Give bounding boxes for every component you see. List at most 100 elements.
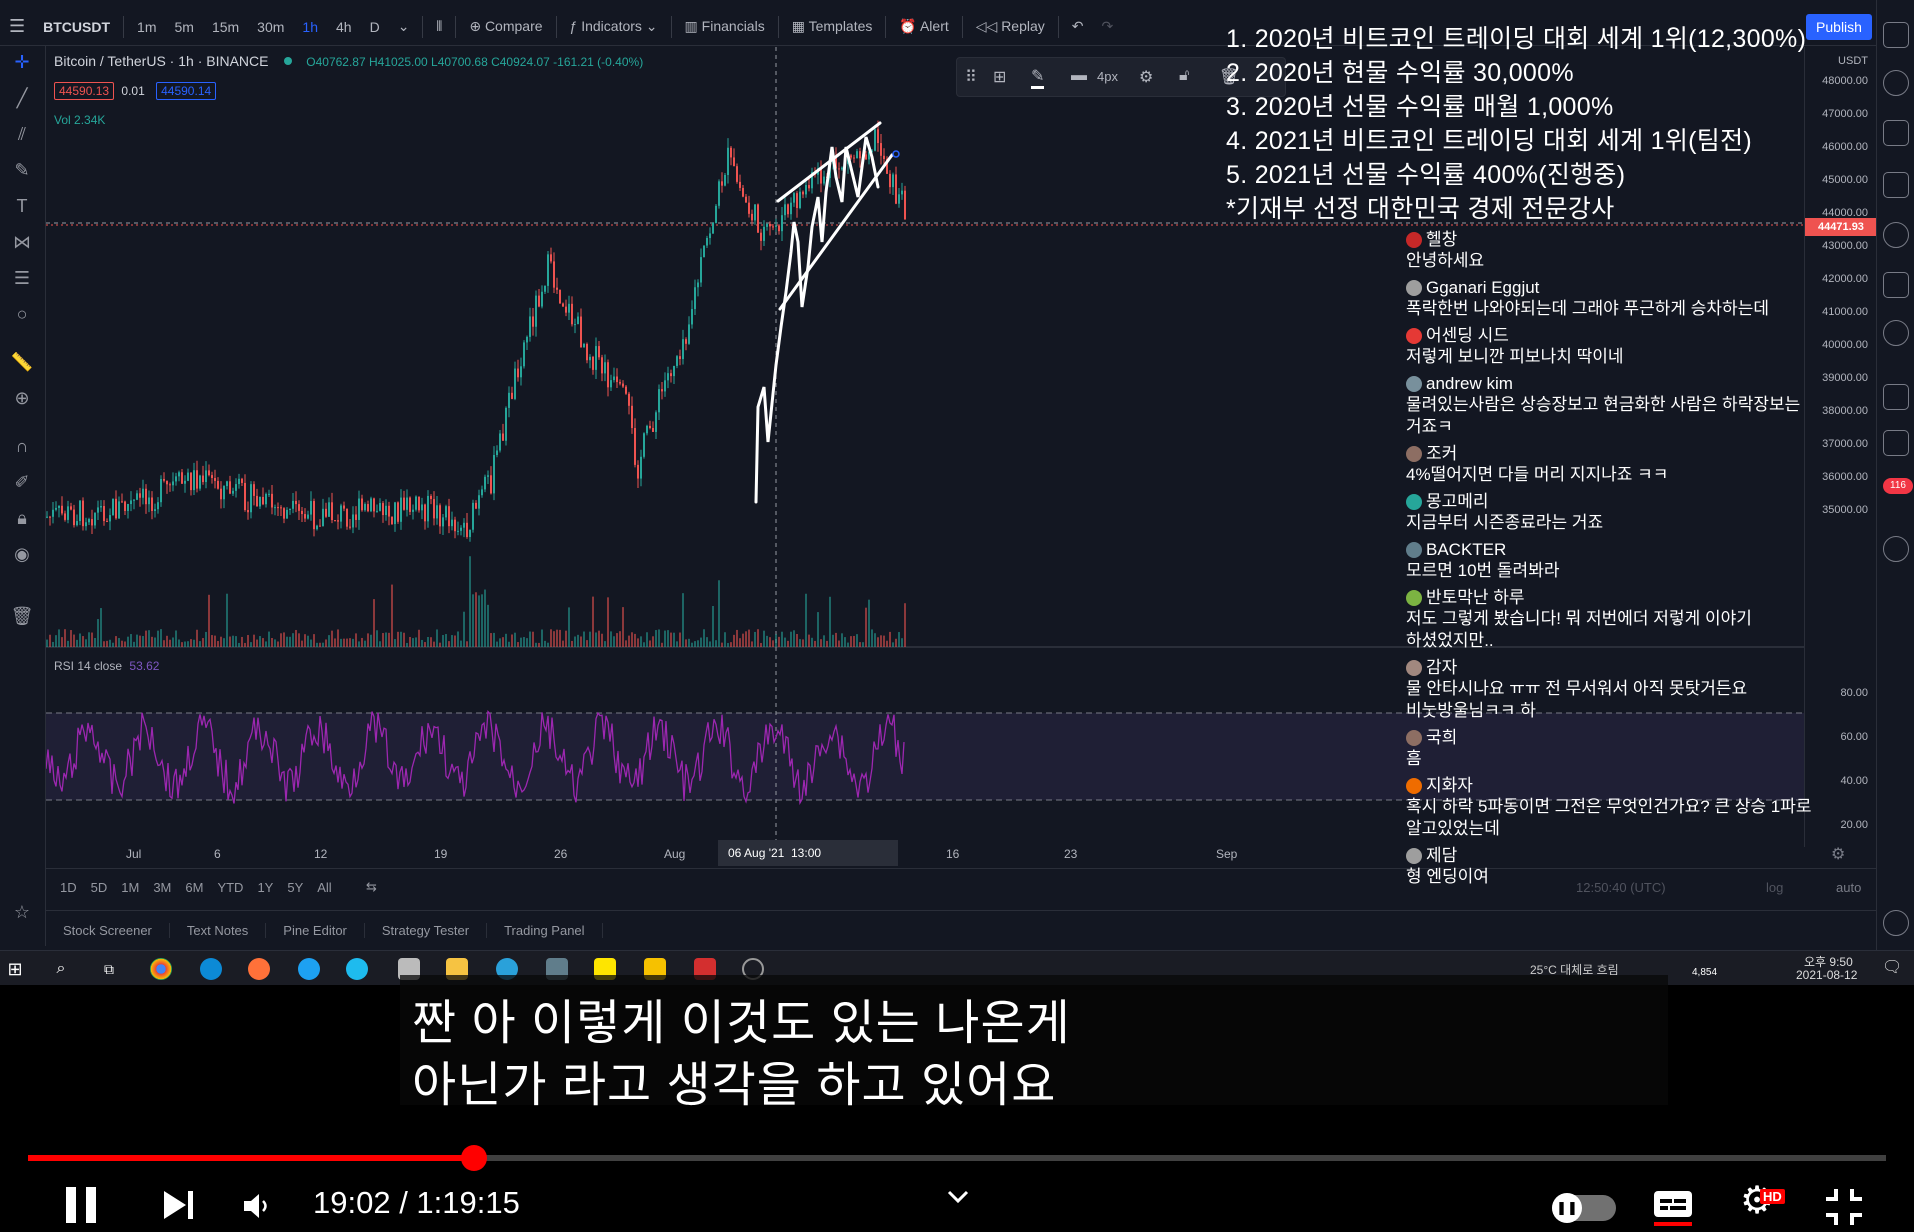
menu-icon[interactable]: ☰ xyxy=(0,16,34,37)
compare-button[interactable]: ⊕ Compare xyxy=(460,18,551,35)
stay-in-drawing-icon[interactable]: ✐ xyxy=(8,468,36,496)
streams-icon[interactable] xyxy=(1883,384,1909,410)
range-button-ytd[interactable]: YTD xyxy=(217,880,243,895)
range-button-5y[interactable]: 5Y xyxy=(287,880,303,895)
chevron-down-icon[interactable]: ⌄ xyxy=(389,18,419,35)
bottom-tab[interactable]: Stock Screener xyxy=(46,923,170,938)
symbol-search[interactable]: BTCUSDT xyxy=(34,19,119,35)
windows-start-icon[interactable]: ⊞ xyxy=(4,958,26,980)
symbol-description[interactable]: Bitcoin / TetherUS · 1h · BINANCE xyxy=(54,53,268,69)
interval-D[interactable]: D xyxy=(361,19,389,35)
candle-body xyxy=(298,504,300,511)
range-button-1m[interactable]: 1M xyxy=(121,880,139,895)
interval-4h[interactable]: 4h xyxy=(327,19,361,35)
calendar-icon[interactable] xyxy=(1883,222,1909,248)
ideas-icon[interactable] xyxy=(1883,320,1909,346)
trash-icon[interactable]: 🗑︎ xyxy=(8,602,36,630)
chat-text: 물 안타시나요 ㅠㅠ 전 무서워서 아직 못탓거든요 비눗방울님ㅋㅋ 하 xyxy=(1406,679,1748,720)
financials-button[interactable]: ▥ Financials xyxy=(676,18,774,35)
chrome-icon[interactable] xyxy=(150,958,172,980)
firefox-icon[interactable] xyxy=(248,958,270,980)
help-icon[interactable] xyxy=(1883,910,1909,936)
undo-icon[interactable]: ↶ xyxy=(1063,18,1093,35)
candle-style-icon[interactable]: ⫴ xyxy=(427,18,451,35)
buy-price-button[interactable]: 44590.14 xyxy=(156,82,217,100)
redo-icon[interactable]: ↷ xyxy=(1093,18,1123,35)
interval-5m[interactable]: 5m xyxy=(165,19,202,35)
alert-button[interactable]: ⏰ Alert xyxy=(890,18,957,35)
progress-bar[interactable] xyxy=(28,1145,1886,1171)
news-icon[interactable] xyxy=(1883,272,1909,298)
range-button-5d[interactable]: 5D xyxy=(91,880,108,895)
chats-icon[interactable] xyxy=(1883,430,1909,456)
exit-fullscreen-icon[interactable] xyxy=(1824,1187,1864,1227)
twitter-icon[interactable] xyxy=(298,958,320,980)
pitchfork-icon[interactable]: ⫽ xyxy=(8,120,36,148)
templates-button[interactable]: ▦ Templates xyxy=(783,18,882,35)
interval-1h[interactable]: 1h xyxy=(293,19,327,35)
line-width-icon[interactable]: ▬ xyxy=(1071,67,1087,85)
chat-author: 반토막난 하루 xyxy=(1406,588,1826,608)
search-icon[interactable]: ⌕ xyxy=(50,958,72,980)
data-window-icon[interactable] xyxy=(1883,120,1909,146)
task-view-icon[interactable]: ⧉ xyxy=(98,958,120,980)
watchlist-icon[interactable] xyxy=(1883,22,1909,48)
drag-handle-icon[interactable]: ⠿ xyxy=(965,67,977,87)
volume-bar xyxy=(631,632,633,647)
trendline-icon[interactable]: ╱ xyxy=(8,84,36,112)
eye-icon[interactable]: ◉ xyxy=(8,540,36,568)
templates-icon[interactable]: ⊞ xyxy=(993,67,1006,87)
video-player[interactable]: ☰ BTCUSDT 1m 5m 15m 30m 1h 4h D ⌄ ⫴ ⊕ Compare … xyxy=(0,0,1914,1232)
range-button-3m[interactable]: 3M xyxy=(153,880,171,895)
sell-price-button[interactable]: 44590.13 xyxy=(54,82,115,100)
replay-button[interactable]: ◁◁ Replay xyxy=(967,18,1054,35)
candle-body xyxy=(52,509,54,517)
lock-icon[interactable]: 🔒︎ xyxy=(8,504,36,532)
magnet-icon[interactable]: ∩ xyxy=(8,432,36,460)
interval-30m[interactable]: 30m xyxy=(248,19,293,35)
hotlist-icon[interactable] xyxy=(1883,172,1909,198)
indicators-button[interactable]: ƒ Indicators ⌄ xyxy=(561,18,667,35)
pen-color-icon[interactable]: ✎ xyxy=(1031,66,1045,89)
range-button-all[interactable]: All xyxy=(317,880,331,895)
zoom-in-icon[interactable]: ⊕ xyxy=(8,384,36,412)
pattern-icon[interactable]: ⋈ xyxy=(8,228,36,256)
bottom-tab[interactable]: Text Notes xyxy=(170,923,267,938)
autoplay-toggle[interactable]: ❚❚ xyxy=(1552,1193,1616,1223)
volume-bar xyxy=(445,634,447,647)
pause-icon[interactable] xyxy=(64,1185,100,1225)
ruler-icon[interactable]: 📏 xyxy=(8,348,36,376)
lock-drawing-icon[interactable]: 🔓︎ xyxy=(1179,67,1189,85)
next-icon[interactable] xyxy=(162,1189,196,1221)
alerts-icon[interactable] xyxy=(1883,70,1909,96)
line-width-value[interactable]: 4px xyxy=(1097,69,1118,84)
text-tool-icon[interactable]: T xyxy=(8,192,36,220)
prediction-icon[interactable]: ☰ xyxy=(8,264,36,292)
brush-icon[interactable]: ✎ xyxy=(8,156,36,184)
shapes-icon[interactable]: ○ xyxy=(8,300,36,328)
interval-1m[interactable]: 1m xyxy=(128,19,165,35)
goto-date-icon[interactable]: ⇆ xyxy=(366,879,377,895)
captions-icon[interactable] xyxy=(1652,1187,1694,1227)
volume-icon[interactable] xyxy=(242,1191,272,1221)
notification-center-icon[interactable]: 🗨︎ xyxy=(1882,957,1902,977)
ie-icon[interactable] xyxy=(346,958,368,980)
edge-icon[interactable] xyxy=(200,958,222,980)
bottom-tab[interactable]: Trading Panel xyxy=(487,923,603,938)
scrubber-handle[interactable] xyxy=(460,1145,487,1171)
range-button-1y[interactable]: 1Y xyxy=(257,880,273,895)
settings-gear-icon[interactable]: ⚙ xyxy=(1139,67,1153,87)
bottom-tab[interactable]: Pine Editor xyxy=(266,923,365,938)
crosshair-icon[interactable]: ✛ xyxy=(8,48,36,76)
drawing-anchor-point[interactable] xyxy=(892,150,900,158)
scale-settings-icon[interactable]: ⚙ xyxy=(1831,844,1845,864)
interval-15m[interactable]: 15m xyxy=(203,19,248,35)
auto-scale-toggle[interactable]: auto xyxy=(1836,880,1861,895)
range-button-6m[interactable]: 6M xyxy=(185,880,203,895)
favorites-star-icon[interactable]: ☆ xyxy=(8,898,36,926)
bottom-tab[interactable]: Strategy Tester xyxy=(365,923,488,938)
volume-bar xyxy=(745,631,747,647)
broadcast-icon[interactable] xyxy=(1883,536,1909,562)
range-button-1d[interactable]: 1D xyxy=(60,880,77,895)
chevron-down-icon[interactable] xyxy=(946,1189,970,1205)
